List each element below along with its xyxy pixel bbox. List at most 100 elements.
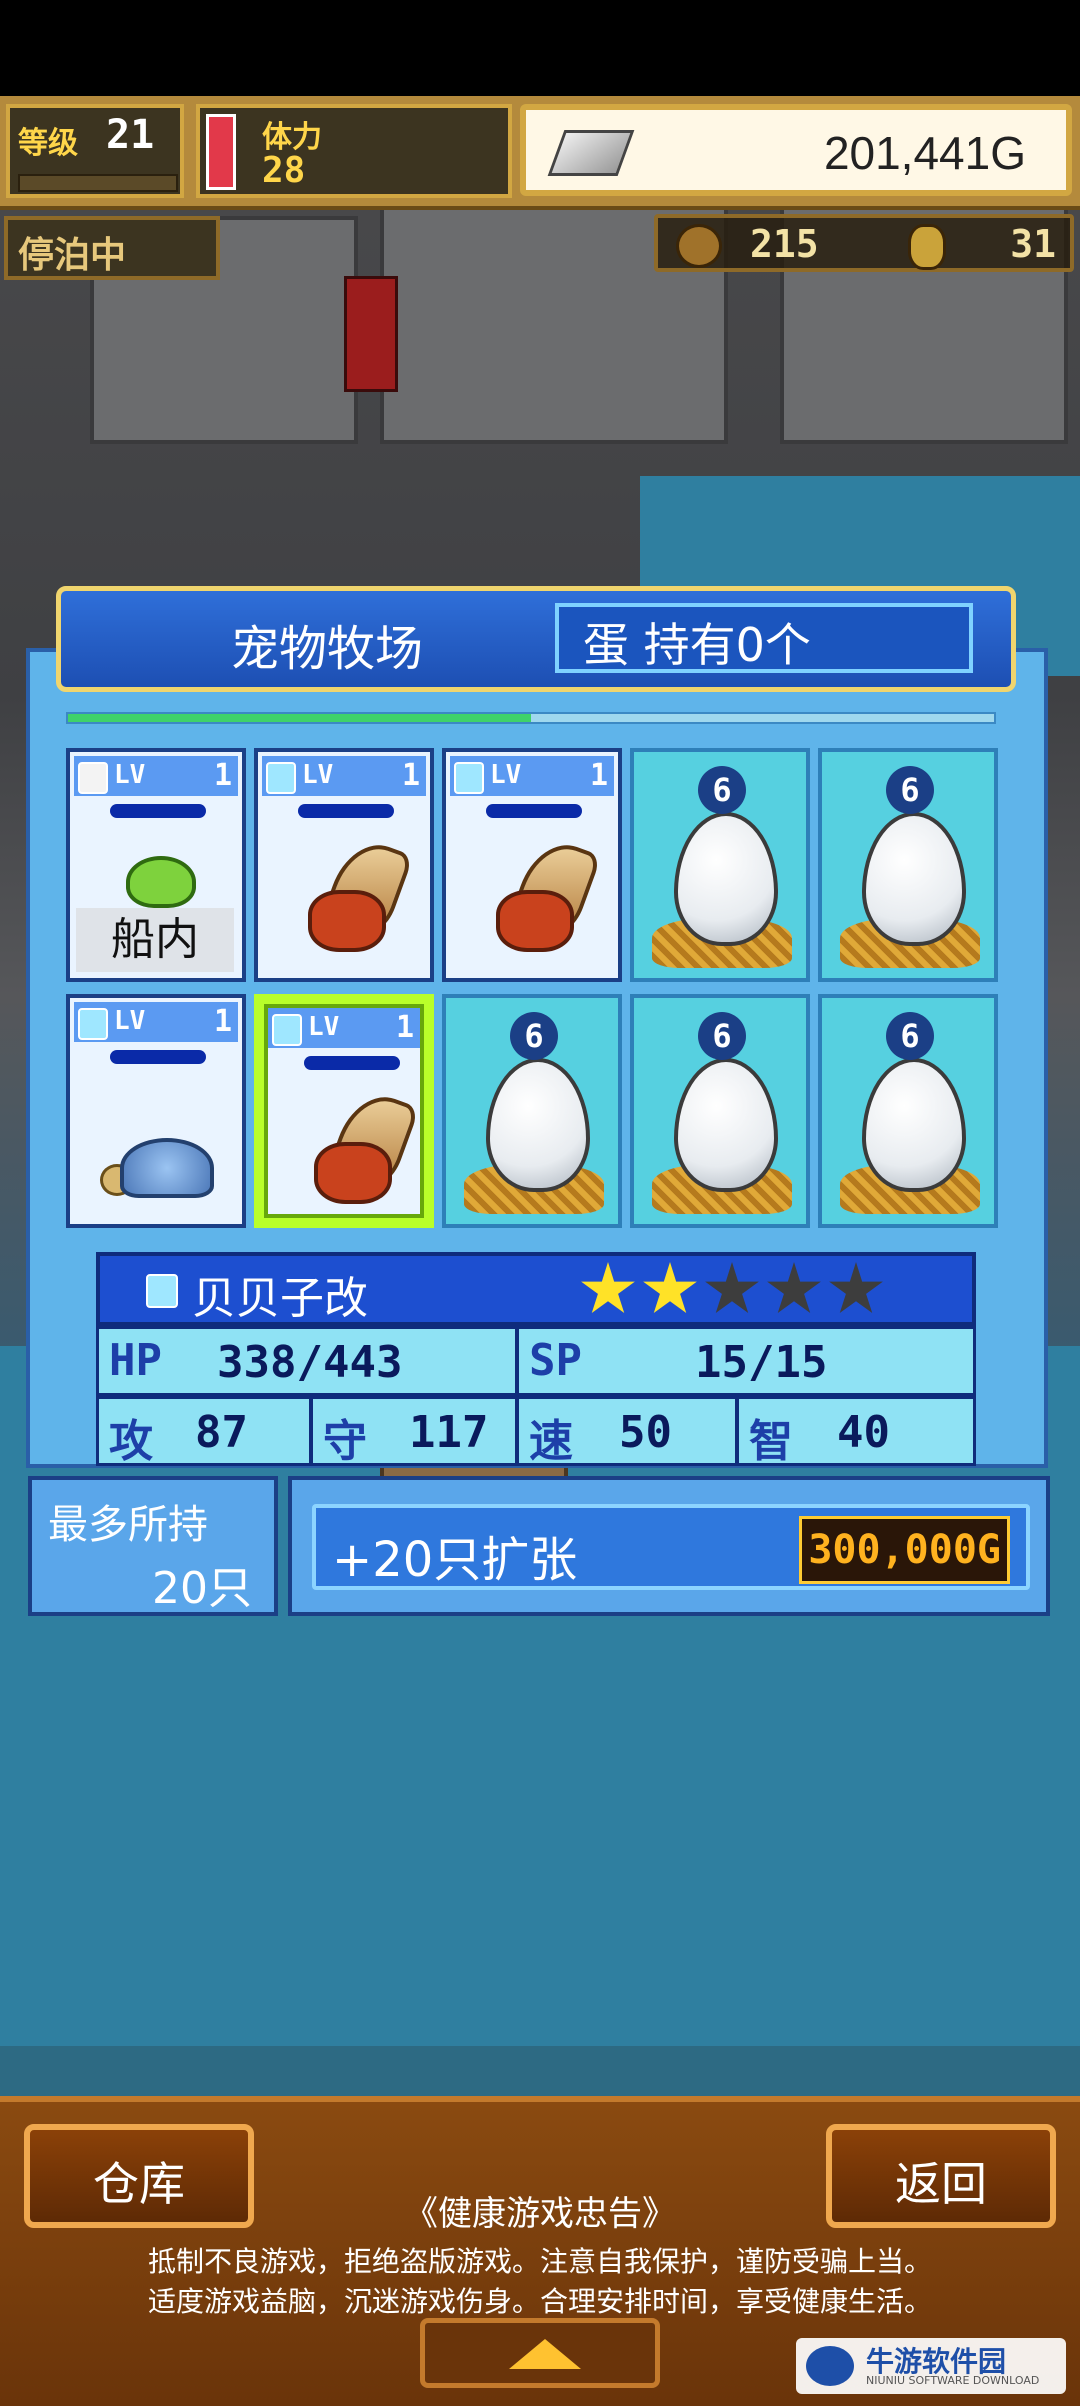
pet-hp-bar (110, 1050, 206, 1064)
egg-hatch-count: 6 (510, 1012, 558, 1060)
docked-status: 停泊中 (4, 216, 220, 280)
slime-icon (126, 856, 196, 908)
watermark-logo-icon (806, 2346, 854, 2386)
coin-icon (908, 224, 946, 270)
hermit-crab-icon (310, 1085, 420, 1204)
egg-icon (862, 812, 966, 946)
gem-icon (146, 1274, 178, 1308)
egg-slot[interactable]: 6 (818, 748, 998, 982)
pet-slot[interactable]: LV 1 (66, 994, 246, 1228)
gold-value: 201,441G (823, 127, 1026, 179)
expand-price: 300,000G (799, 1516, 1010, 1584)
star-filled-icon (581, 1262, 635, 1313)
health-notice-title: 《健康游戏忠告》 (404, 2194, 676, 2234)
egg-icon (674, 1058, 778, 1192)
pet-slot[interactable]: LV 1 (442, 748, 622, 982)
pet-slot[interactable]: LV 1 (254, 994, 434, 1228)
silver-bar-icon (547, 130, 635, 176)
pet-level-row: LV 1 (262, 756, 426, 796)
stamina-value: 28 (262, 150, 306, 191)
pet-name: 贝贝子改 (192, 1273, 368, 1324)
attributes-row: 攻 87 守 117 速 50 智 40 (96, 1396, 976, 1467)
rarity-stars (580, 1262, 890, 1322)
pet-grid: LV 1 船内 LV 1 LV 1 6 6 LV 1 LV 1 6 6 6 (66, 748, 1006, 1236)
resource-b-value: 31 (1010, 222, 1056, 266)
panel-header: 宠物牧场 蛋 持有0个 (56, 586, 1016, 692)
up-arrow-icon (509, 2339, 581, 2369)
egg-slot[interactable]: 6 (818, 994, 998, 1228)
panel-title: 宠物牧场 (231, 621, 424, 677)
pet-hp-bar (298, 804, 394, 818)
stamina-display: 体力 28 (196, 104, 512, 198)
resource-a-value: 215 (750, 222, 819, 266)
def-label: 守 (323, 1416, 367, 1467)
watermark: 牛游软件园 NIUNIU SOFTWARE DOWNLOAD (796, 2338, 1066, 2394)
health-notice-line-1: 抵制不良游戏，拒绝盗版游戏。注意自我保护，谨防受骗上当。 (147, 2245, 932, 2278)
pet-level-row: LV 1 (268, 1008, 420, 1048)
egg-hatch-count: 6 (886, 766, 934, 814)
pet-level: 1 (213, 758, 232, 793)
stamina-gauge (206, 114, 236, 190)
star-filled-icon (643, 1262, 697, 1313)
gem-icon (266, 762, 296, 794)
egg-hatch-count: 6 (698, 1012, 746, 1060)
star-empty-icon (705, 1262, 759, 1313)
def-value: 117 (409, 1407, 489, 1458)
pet-level: 1 (213, 1004, 232, 1039)
egg-slot[interactable]: 6 (630, 994, 810, 1228)
expand-menu-button[interactable] (420, 2318, 660, 2388)
egg-icon (862, 1058, 966, 1192)
spd-value: 50 (619, 1407, 672, 1458)
pet-hp-bar (110, 804, 206, 818)
pet-level: 1 (401, 758, 420, 793)
egg-hatch-count: 6 (886, 1012, 934, 1060)
pet-hp-bar (304, 1056, 400, 1070)
expand-box: +20只扩张 300,000G (288, 1476, 1050, 1616)
star-empty-icon (767, 1262, 821, 1313)
egg-slot[interactable]: 6 (442, 994, 622, 1228)
watermark-sub: NIUNIU SOFTWARE DOWNLOAD (866, 2374, 1040, 2387)
pet-hp-bar (486, 804, 582, 818)
egg-slot[interactable]: 6 (630, 748, 810, 982)
atk-value: 87 (195, 1407, 248, 1458)
pet-info-panel: 贝贝子改 HP 338/443 SP 15/15 攻 87 守 117 速 50… (96, 1252, 976, 1470)
pet-slot[interactable]: LV 1 (254, 748, 434, 982)
pet-slot[interactable]: LV 1 船内 (66, 748, 246, 982)
hp-sp-row: HP 338/443 SP 15/15 (96, 1326, 976, 1396)
sp-value: 15/15 (695, 1337, 828, 1388)
gem-icon (78, 762, 108, 794)
panel-progress-bar (66, 712, 996, 724)
egg-hatch-count: 6 (698, 766, 746, 814)
exp-bar (18, 174, 178, 192)
level-value: 21 (106, 112, 155, 158)
health-notice-line-2: 适度游戏益脑，沉迷游戏伤身。合理安排时间，享受健康生活。 (147, 2285, 932, 2318)
capacity-box: 最多所持 20只 (28, 1476, 278, 1616)
star-empty-icon (829, 1262, 883, 1313)
lv-label: LV (114, 1006, 146, 1036)
expand-label: +20只扩张 (332, 1532, 578, 1588)
hermit-crab-icon (304, 833, 414, 952)
spd-label: 速 (529, 1416, 573, 1467)
turtle-icon (100, 1138, 220, 1202)
pet-level-row: LV 1 (450, 756, 614, 796)
egg-icon (486, 1058, 590, 1192)
capacity-label: 最多所持 (48, 1502, 208, 1548)
pet-name-row: 贝贝子改 (96, 1252, 976, 1326)
hermit-crab-icon (492, 833, 602, 952)
cannon-icon (676, 224, 722, 268)
capacity-value: 20只 (152, 1563, 252, 1614)
lv-label: LV (308, 1012, 340, 1042)
egg-count-box: 蛋 持有0个 (555, 603, 973, 673)
pet-level-row: LV 1 (74, 1002, 238, 1042)
gold-display: 201,441G (520, 104, 1072, 196)
pet-location: 船内 (76, 908, 234, 972)
hp-label: HP (109, 1335, 162, 1386)
docked-label: 停泊中 (18, 235, 127, 276)
resource-display: 215 31 (654, 214, 1074, 272)
atk-label: 攻 (109, 1416, 153, 1467)
int-label: 智 (749, 1416, 793, 1467)
lv-label: LV (302, 760, 334, 790)
pet-level-row: LV 1 (74, 756, 238, 796)
egg-icon (674, 812, 778, 946)
expand-capacity-button[interactable]: +20只扩张 300,000G (312, 1504, 1030, 1590)
